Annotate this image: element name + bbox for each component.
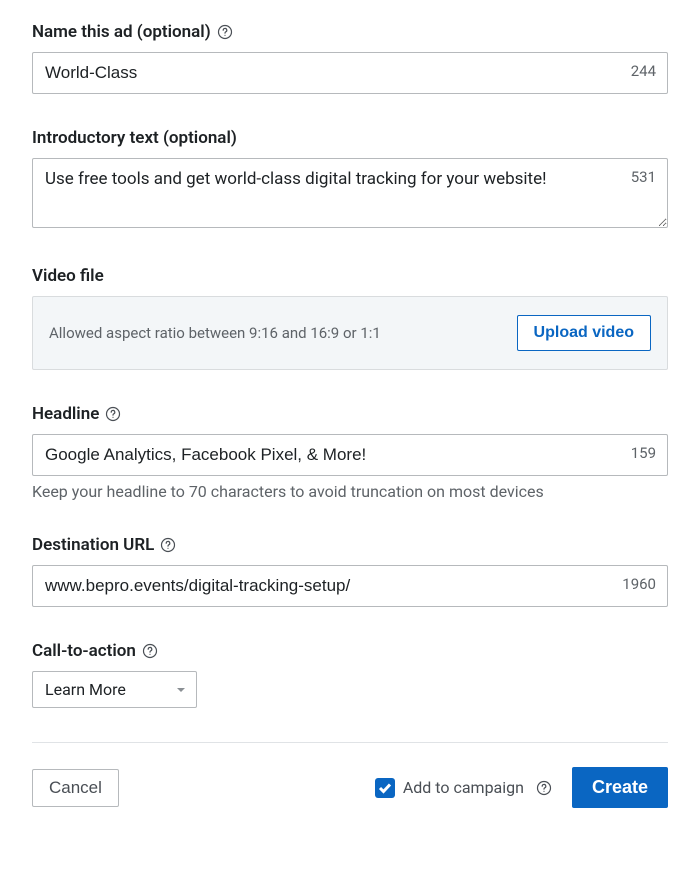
cancel-button[interactable]: Cancel: [32, 769, 119, 807]
help-icon[interactable]: [142, 643, 158, 659]
add-to-campaign-checkbox[interactable]: [375, 778, 395, 798]
intro-text-input[interactable]: [32, 158, 668, 228]
cta-label: Call-to-action: [32, 641, 668, 661]
help-icon[interactable]: [217, 24, 233, 40]
intro-text-label: Introductory text (optional): [32, 128, 668, 148]
headline-hint: Keep your headline to 70 characters to a…: [32, 482, 668, 501]
destination-url-input[interactable]: [32, 565, 668, 607]
help-icon[interactable]: [536, 780, 552, 796]
cta-label-text: Call-to-action: [32, 641, 136, 661]
video-file-label: Video file: [32, 266, 668, 286]
add-to-campaign-label: Add to campaign: [403, 778, 524, 797]
intro-text-label-text: Introductory text (optional): [32, 128, 237, 148]
headline-counter: 159: [631, 444, 656, 462]
check-icon: [378, 781, 392, 795]
video-file-label-text: Video file: [32, 266, 104, 286]
create-button[interactable]: Create: [572, 767, 668, 808]
name-ad-label-text: Name this ad (optional): [32, 22, 211, 42]
destination-url-counter: 1960: [622, 575, 656, 593]
cta-select[interactable]: Learn More: [32, 671, 197, 708]
help-icon[interactable]: [105, 406, 121, 422]
name-ad-label: Name this ad (optional): [32, 22, 668, 42]
intro-text-counter: 531: [631, 168, 656, 186]
video-upload-box: Allowed aspect ratio between 9:16 and 16…: [32, 296, 668, 370]
headline-label: Headline: [32, 404, 668, 424]
headline-label-text: Headline: [32, 404, 99, 424]
upload-video-button[interactable]: Upload video: [517, 315, 651, 351]
name-ad-input[interactable]: [32, 52, 668, 94]
destination-url-label-text: Destination URL: [32, 535, 154, 555]
video-hint: Allowed aspect ratio between 9:16 and 16…: [49, 324, 381, 342]
name-ad-counter: 244: [631, 62, 656, 80]
headline-input[interactable]: [32, 434, 668, 476]
help-icon[interactable]: [160, 537, 176, 553]
destination-url-label: Destination URL: [32, 535, 668, 555]
divider: [32, 742, 668, 743]
